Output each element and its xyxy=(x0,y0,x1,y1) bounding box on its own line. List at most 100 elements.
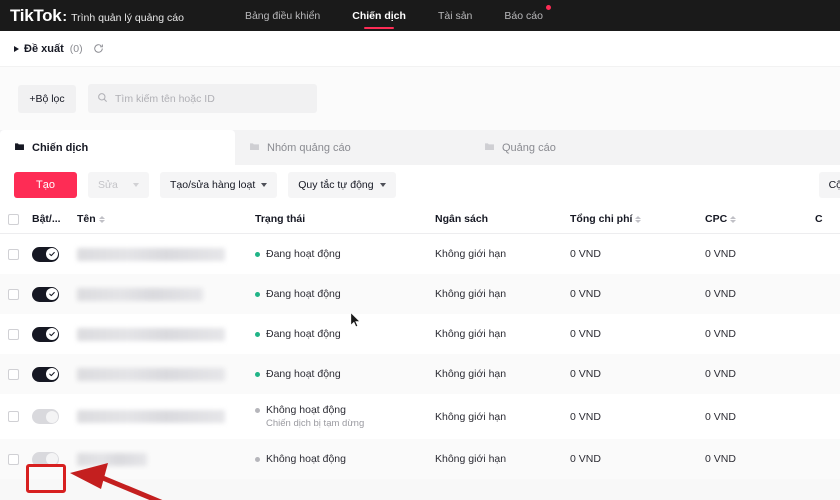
row-toggle-cell xyxy=(27,326,77,342)
toggle-knob xyxy=(45,453,58,465)
campaign-name-cell[interactable] xyxy=(77,367,255,381)
folder-icon xyxy=(484,141,495,155)
campaign-name-redacted xyxy=(77,247,225,261)
folder-icon xyxy=(14,141,25,155)
status-toggle-on[interactable] xyxy=(32,246,59,262)
campaign-name-cell[interactable] xyxy=(77,327,255,341)
automated-rules-dropdown-button[interactable]: Quy tắc tự động xyxy=(288,172,396,198)
budget-cell: Không giới hạn xyxy=(435,328,507,340)
nav-item-dashboard[interactable]: Bảng điều khiển xyxy=(229,0,336,31)
toggle-knob xyxy=(45,410,58,423)
cpc-cell: 0 VND xyxy=(705,328,736,340)
row-checkbox[interactable] xyxy=(8,248,19,260)
campaign-name-cell[interactable] xyxy=(77,287,255,301)
row-checkbox[interactable] xyxy=(8,453,19,465)
cpc-cell: 0 VND xyxy=(705,368,736,380)
column-label-toggle: Bật/... xyxy=(32,213,61,225)
sort-spend[interactable]: Tổng chi phí xyxy=(570,213,642,225)
tab-ad-group[interactable]: Nhóm quảng cáo xyxy=(235,130,470,165)
cpc-cell: 0 VND xyxy=(705,453,736,465)
top-header-bar: TikTok : Trình quản lý quảng cáo Bảng đi… xyxy=(0,0,840,31)
row-checkbox[interactable] xyxy=(8,288,19,300)
status-label: Đang hoạt động xyxy=(266,368,341,380)
status-toggle-on[interactable] xyxy=(32,326,59,342)
total-spend-cell: 0 VND xyxy=(570,368,601,380)
create-button[interactable]: Tạo xyxy=(14,172,77,198)
row-select-cell xyxy=(0,248,27,260)
edit-dropdown-button[interactable]: Sửa xyxy=(88,172,149,198)
total-spend-cell: 0 VND xyxy=(570,248,601,260)
status-cell: Đang hoạt động xyxy=(255,368,435,380)
status-line: Đang hoạt động xyxy=(255,288,435,300)
column-header-toggle: Bật/... xyxy=(27,213,77,225)
add-filter-button[interactable]: +Bộ lọc xyxy=(18,84,76,113)
brand-logo[interactable]: TikTok : Trình quản lý quảng cáo xyxy=(10,6,184,26)
tab-label-ad: Quảng cáo xyxy=(502,141,556,154)
automated-rules-label: Quy tắc tự động xyxy=(298,179,374,191)
table-row[interactable]: Đang hoạt động Không giới hạn 0 VND 0 VND xyxy=(0,314,840,354)
sort-name[interactable]: Tên xyxy=(77,213,105,225)
row-checkbox[interactable] xyxy=(8,411,19,422)
total-spend-cell: 0 VND xyxy=(570,328,601,340)
budget-cell: Không giới hạn xyxy=(435,288,507,300)
status-toggle-on[interactable] xyxy=(32,366,59,382)
table-row[interactable]: Không hoạt động Chiến dịch bị tạm dừng Khô… xyxy=(0,394,840,439)
status-toggle-on[interactable] xyxy=(32,286,59,302)
row-checkbox[interactable] xyxy=(8,368,19,380)
nav-label-dashboard: Bảng điều khiển xyxy=(244,9,321,22)
select-all-checkbox[interactable] xyxy=(8,213,19,225)
status-line: Đang hoạt động xyxy=(255,328,435,340)
status-toggle-off[interactable] xyxy=(32,451,59,467)
status-label: Không hoạt động xyxy=(266,453,346,465)
row-toggle-cell xyxy=(27,366,77,382)
suggestions-bar: Đề xuất (0) xyxy=(0,31,840,67)
nav-item-assets[interactable]: Tài sản xyxy=(422,0,488,31)
search-input[interactable]: Tìm kiếm tên hoặc ID xyxy=(88,84,317,113)
check-icon xyxy=(48,291,55,297)
nav-label-reports: Báo cáo xyxy=(504,9,543,22)
status-label: Đang hoạt động xyxy=(266,248,341,260)
refresh-icon[interactable] xyxy=(93,43,104,54)
campaign-name-redacted xyxy=(77,410,225,423)
table-row[interactable]: Đang hoạt động Không giới hạn 0 VND 0 VND xyxy=(0,354,840,394)
tab-campaign[interactable]: Chiến dịch xyxy=(0,130,235,165)
status-dot-icon xyxy=(255,291,260,297)
table-row[interactable]: Đang hoạt động Không giới hạn 0 VND 0 VND xyxy=(0,274,840,314)
search-placeholder: Tìm kiếm tên hoặc ID xyxy=(115,92,215,105)
chevron-down-icon xyxy=(261,183,268,187)
status-line: Không hoạt động xyxy=(255,453,435,465)
bulk-edit-dropdown-button[interactable]: Tạo/sửa hàng loạt xyxy=(160,172,278,198)
total-spend-cell: 0 VND xyxy=(570,453,601,465)
sort-arrows-icon xyxy=(98,215,105,223)
status-line: Đang hoạt động xyxy=(255,368,435,380)
cpc-cell: 0 VND xyxy=(705,248,736,260)
caret-right-icon[interactable] xyxy=(14,45,19,52)
columns-button[interactable]: Cộ xyxy=(818,172,840,198)
table-row[interactable]: Đang hoạt động Không giới hạn 0 VND 0 VND xyxy=(0,234,840,274)
status-dot-icon xyxy=(255,251,260,257)
row-select-cell xyxy=(0,411,27,422)
row-toggle-cell xyxy=(27,246,77,262)
row-toggle-cell xyxy=(27,409,77,424)
campaign-name-cell[interactable] xyxy=(77,247,255,261)
toggle-knob xyxy=(45,328,58,340)
page-body: Đề xuất (0) +Bộ lọc Tìm kiếm tên hoặc ID xyxy=(0,31,840,500)
campaign-name-cell[interactable] xyxy=(77,410,255,423)
sort-cpc[interactable]: CPC xyxy=(705,213,737,225)
campaign-name-redacted xyxy=(77,287,203,301)
campaign-name-cell[interactable] xyxy=(77,452,255,466)
nav-item-reports[interactable]: Báo cáo xyxy=(488,0,559,31)
sort-arrows-icon xyxy=(635,215,642,223)
status-cell: Đang hoạt động xyxy=(255,328,435,340)
column-label-budget: Ngân sách xyxy=(435,213,489,225)
status-toggle-off[interactable] xyxy=(32,409,59,424)
chevron-down-icon xyxy=(133,183,139,187)
status-label: Đang hoạt động xyxy=(266,288,341,300)
table-row[interactable]: Không hoạt động Không giới hạn 0 VND 0 VND xyxy=(0,439,840,479)
row-checkbox[interactable] xyxy=(8,328,19,340)
budget-cell: Không giới hạn xyxy=(435,410,507,423)
tab-ad[interactable]: Quảng cáo xyxy=(470,130,705,165)
tab-label-ad-group: Nhóm quảng cáo xyxy=(267,141,351,154)
status-sublabel: Chiến dịch bị tạm dừng xyxy=(266,418,365,429)
nav-item-campaign[interactable]: Chiến dịch xyxy=(336,0,422,31)
